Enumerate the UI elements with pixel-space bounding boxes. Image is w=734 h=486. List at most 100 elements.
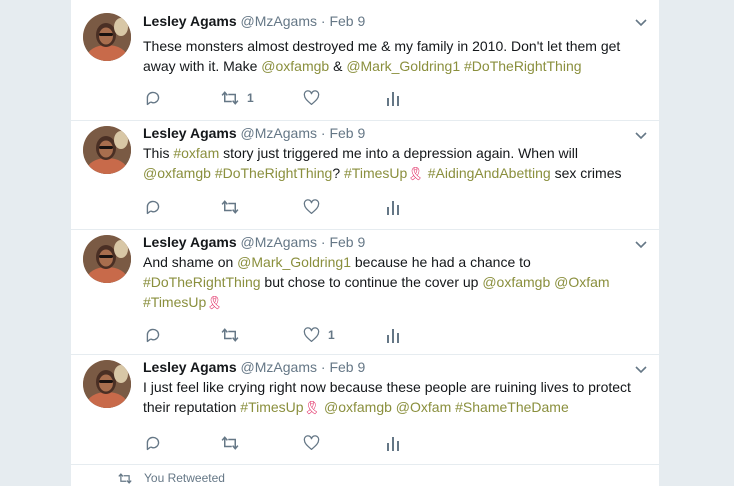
like-icon [303,327,320,343]
user-handle[interactable]: @MzAgams [241,359,317,375]
user-name[interactable]: Lesley Agams [143,234,237,250]
mention-link[interactable]: @Mark_Goldring1 [346,58,460,74]
retweet-icon [118,472,132,484]
chevron-down-icon[interactable] [635,129,647,141]
tweet[interactable]: Lesley Agams @MzAgams · Feb 9 These mons… [71,0,659,121]
like-count: 1 [328,328,335,342]
separator-dot: · [320,234,326,250]
separator-dot: · [320,125,326,141]
user-name[interactable]: Lesley Agams [143,13,237,29]
hashtag-link[interactable]: #AidingAndAbetting [428,165,551,181]
reply-icon [146,200,160,215]
text-segment: story just triggered me into a depressio… [219,145,578,161]
like-icon [303,199,320,215]
hashtag-link[interactable]: #DoTheRightThing [464,58,582,74]
timestamp[interactable]: Feb 9 [329,234,365,250]
tweet-actions [143,433,483,453]
hashtag-link[interactable]: #oxfam [173,145,219,161]
user-handle[interactable]: @MzAgams [241,125,317,141]
tweet-actions: 1 [143,325,483,345]
avatar[interactable] [83,235,131,283]
analytics-button[interactable] [386,433,400,453]
chevron-down-icon[interactable] [635,363,647,375]
tweet-text: I just feel like crying right now becaus… [143,377,643,418]
tweet-header: Lesley Agams @MzAgams · Feb 9 [143,359,365,375]
tweet-text: This #oxfam story just triggered me into… [143,143,643,184]
timestamp[interactable]: Feb 9 [329,125,365,141]
tweet-actions [143,197,483,217]
avatar-image [83,126,131,174]
like-button[interactable]: 1 [303,325,335,345]
text-segment: but chose to continue the cover up [260,274,483,290]
ribbon-emoji-icon: 🎗 [303,400,321,415]
retweet-count: 1 [247,91,254,105]
separator-dot: · [320,359,326,375]
reply-button[interactable] [145,88,169,108]
retweet-icon [221,91,239,105]
retweet-button[interactable] [221,433,247,453]
hashtag-link[interactable]: #DoTheRightThing [143,274,261,290]
retweet-button[interactable] [221,325,247,345]
chevron-down-icon[interactable] [635,16,647,28]
retweet-icon [221,436,239,450]
like-button[interactable] [303,433,328,453]
like-icon [303,90,320,106]
analytics-icon [387,329,399,343]
retweeted-context: You Retweeted [118,471,225,485]
analytics-icon [387,437,399,451]
text-segment: sex crimes [550,165,622,181]
analytics-button[interactable] [386,88,400,108]
text-segment: And shame on [143,254,238,270]
user-name[interactable]: Lesley Agams [143,125,237,141]
avatar[interactable] [83,126,131,174]
tweet[interactable]: Lesley Agams @MzAgams · Feb 9 This #oxfa… [71,121,659,230]
text-segment: because he had a chance to [350,254,531,270]
mention-link[interactable]: @Mark_Goldring1 [237,254,351,270]
avatar[interactable] [83,13,131,61]
chevron-down-icon[interactable] [635,238,647,250]
tweet[interactable]: Lesley Agams @MzAgams · Feb 9 I just fee… [71,355,659,465]
analytics-icon [387,201,399,215]
reply-icon [146,436,160,451]
retweet-icon [221,328,239,342]
text-segment: ? [332,165,345,181]
avatar[interactable] [83,360,131,408]
user-handle[interactable]: @MzAgams [241,13,317,29]
hashtag-link[interactable]: #TimesUp [240,399,303,415]
analytics-button[interactable] [386,197,400,217]
tweet-actions: 1 [143,88,483,108]
reply-button[interactable] [145,325,169,345]
mention-link[interactable]: @oxfamgb [482,274,550,290]
timestamp[interactable]: Feb 9 [329,359,365,375]
mention-link[interactable]: @Oxfam [396,399,451,415]
tweet[interactable]: Lesley Agams @MzAgams · Feb 9 And shame … [71,230,659,355]
tweet-text: And shame on @Mark_Goldring1 because he … [143,252,643,313]
mention-link[interactable]: @oxfamgb [324,399,392,415]
hashtag-link[interactable]: #TimesUp [344,165,407,181]
ribbon-emoji-icon: 🎗 [407,166,424,181]
reply-icon [146,91,160,106]
reply-button[interactable] [145,433,169,453]
timestamp[interactable]: Feb 9 [329,13,365,29]
hashtag-link[interactable]: #DoTheRightThing [215,165,333,181]
analytics-button[interactable] [386,325,400,345]
like-button[interactable] [303,197,328,217]
reply-button[interactable] [145,197,169,217]
user-name[interactable]: Lesley Agams [143,359,237,375]
tweet-text: These monsters almost destroyed me & my … [143,36,643,76]
retweet-button[interactable] [221,197,247,217]
analytics-icon [387,92,399,106]
avatar-image [83,235,131,283]
like-button[interactable] [303,88,328,108]
hashtag-link[interactable]: #ShameTheDame [455,399,569,415]
timeline: Lesley Agams @MzAgams · Feb 9 These mons… [70,0,660,486]
avatar-image [83,360,131,408]
mention-link[interactable]: @oxfamgb [261,58,329,74]
retweet-button[interactable]: 1 [221,88,254,108]
hashtag-link[interactable]: #TimesUp [143,294,206,310]
mention-link[interactable]: @Oxfam [554,274,609,290]
separator-dot: · [320,13,326,29]
user-handle[interactable]: @MzAgams [241,234,317,250]
tweet-header: Lesley Agams @MzAgams · Feb 9 [143,13,365,29]
mention-link[interactable]: @oxfamgb [143,165,211,181]
